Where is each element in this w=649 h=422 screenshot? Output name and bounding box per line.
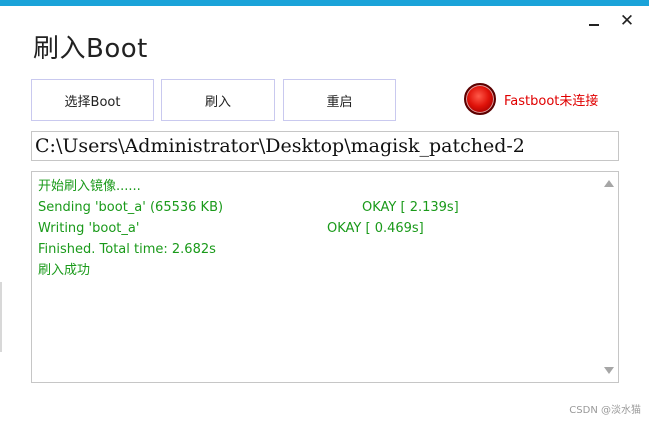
log-line: 刷入成功 — [38, 260, 594, 281]
page-title: 刷入Boot — [33, 34, 148, 64]
log-line-result: OKAY [ 2.139s] — [362, 200, 459, 215]
log-line-text: 开始刷入镜像...... — [38, 179, 141, 194]
minimize-icon — [589, 24, 599, 26]
fastboot-status: Fastboot未连接 — [464, 83, 598, 115]
title-accent-bar — [0, 0, 649, 6]
flash-button[interactable]: 刷入 — [161, 79, 275, 121]
log-line-text: Sending 'boot_a' (65536 KB) — [38, 200, 224, 215]
log-line: Sending 'boot_a' (65536 KB) OKAY [ 2.139… — [38, 197, 594, 218]
close-button[interactable]: ✕ — [616, 10, 638, 32]
minimize-button[interactable] — [583, 10, 605, 32]
log-line-text: Finished. Total time: 2.682s — [38, 242, 216, 257]
status-text: Fastboot未连接 — [504, 93, 599, 109]
watermark: CSDN @淡水猫 — [569, 405, 641, 416]
log-line: 开始刷入镜像...... — [38, 176, 594, 197]
scroll-up-icon[interactable] — [604, 180, 614, 187]
log-scrollbar[interactable] — [601, 172, 618, 382]
log-line-text: 刷入成功 — [38, 263, 91, 278]
scroll-down-icon[interactable] — [604, 367, 614, 374]
log-line: Writing 'boot_a' OKAY [ 0.469s] — [38, 218, 594, 239]
log-line: Finished. Total time: 2.682s — [38, 239, 594, 260]
flash-boot-window: ✕ 刷入Boot 选择Boot 刷入 重启 Fastboot未连接 C:\Use… — [0, 0, 649, 422]
reboot-button[interactable]: 重启 — [283, 79, 396, 121]
log-lines: 开始刷入镜像...... Sending 'boot_a' (65536 KB)… — [38, 176, 594, 281]
log-output-panel[interactable]: 开始刷入镜像...... Sending 'boot_a' (65536 KB)… — [31, 171, 619, 383]
log-line-text: Writing 'boot_a' — [38, 221, 140, 236]
log-line-result: OKAY [ 0.469s] — [327, 221, 424, 236]
status-light-icon — [464, 83, 496, 115]
boot-path-field[interactable]: C:\Users\Administrator\Desktop\magisk_pa… — [31, 131, 619, 161]
select-boot-button[interactable]: 选择Boot — [31, 79, 154, 121]
close-icon: ✕ — [619, 11, 635, 31]
left-edge-line — [0, 282, 2, 352]
